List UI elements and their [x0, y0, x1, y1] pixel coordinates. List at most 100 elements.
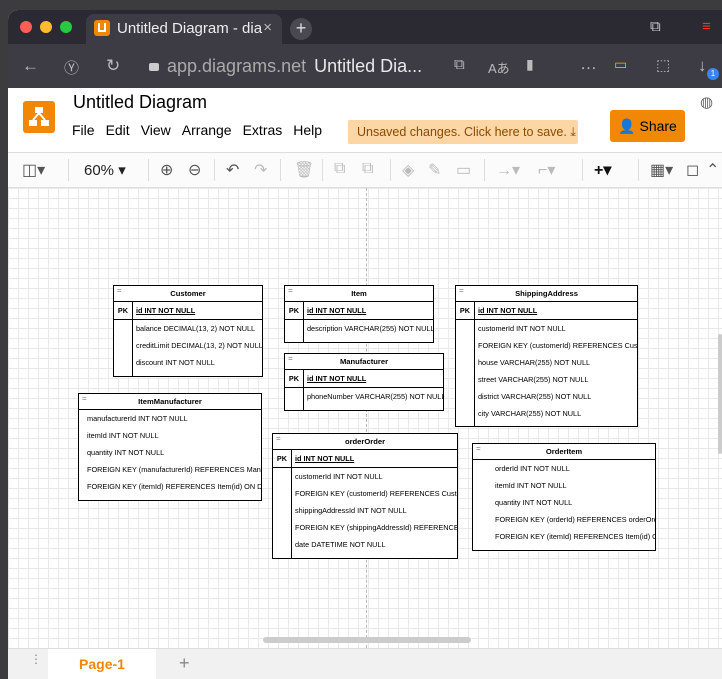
table-row: quantity INT NOT NULL: [495, 498, 573, 507]
horizontal-scrollbar[interactable]: [263, 637, 471, 643]
url-field[interactable]: app.diagrams.net Untitled Dia...: [141, 52, 459, 80]
close-window-button[interactable]: [20, 21, 32, 33]
fill-color-icon[interactable]: ◈: [402, 160, 414, 180]
menu-extras[interactable]: Extras: [243, 122, 283, 138]
table-row: FOREIGN KEY (orderId) REFERENCES orderOr…: [495, 515, 655, 524]
new-tab-button[interactable]: +: [290, 18, 312, 40]
manufacturer-table[interactable]: Manufacturer PKid INT NOT NULL phoneNumb…: [284, 353, 444, 411]
table-row: PK id INT NOT NULL: [273, 450, 457, 468]
toolbar: ◫▾ 60% ▾ ⊕ ⊖ ↶ ↷ 🗑 ⧉ ⧉ ◈ ✎ ▭ →▾ ⌐▾ +▾ ▦▾…: [8, 152, 722, 188]
table-row: city VARCHAR(255) NOT NULL: [478, 409, 582, 418]
share-button[interactable]: 👤 Share: [610, 110, 685, 142]
table-row: phoneNumber VARCHAR(255) NOT NULL: [307, 392, 444, 401]
table-icon[interactable]: ▦▾: [650, 160, 673, 180]
zoom-select[interactable]: 60% ▾: [84, 161, 126, 179]
table-row: quantity INT NOT NULL: [87, 448, 165, 457]
save-download-icon: ⤓: [570, 125, 576, 139]
table-row: customerId INT NOT NULL: [295, 472, 383, 481]
yandex-icon[interactable]: Ⓨ: [64, 57, 79, 78]
shadow-icon[interactable]: ▭: [456, 160, 471, 180]
copy-link-icon[interactable]: ⧉: [454, 56, 465, 73]
url-page-title: Untitled Dia...: [314, 56, 423, 76]
maximize-window-button[interactable]: [60, 21, 72, 33]
line-color-icon[interactable]: ✎: [428, 160, 441, 180]
table-row: description VARCHAR(255) NOT NULL: [307, 324, 434, 333]
tab-close-icon[interactable]: ×: [263, 19, 272, 36]
table-row: discount INT NOT NULL: [136, 358, 215, 367]
diagram-title[interactable]: Untitled Diagram: [73, 92, 207, 113]
table-row: balance DECIMAL(13, 2) NOT NULL: [136, 324, 256, 333]
back-icon[interactable]: ←: [22, 56, 39, 76]
table-row: PK id INT NOT NULL: [285, 302, 433, 320]
browser-window: Untitled Diagram - dia × + ⧉ ≡ ← Ⓨ ↻ app…: [8, 10, 722, 679]
more-icon[interactable]: …: [580, 54, 597, 74]
waypoints-icon[interactable]: ⌐▾: [538, 160, 555, 180]
table-title: ShippingAddress: [456, 286, 637, 302]
table-row: district VARCHAR(255) NOT NULL: [478, 392, 592, 401]
vertical-scrollbar[interactable]: [718, 334, 722, 454]
table-title: Manufacturer: [285, 354, 443, 370]
lock-icon: [149, 63, 159, 71]
extensions-icon[interactable]: ⬚: [656, 56, 670, 74]
redo-icon[interactable]: ↷: [254, 160, 267, 180]
diagram-canvas[interactable]: Customer PKid INT NOT NULL balance DECIM…: [8, 188, 722, 648]
app-header: Untitled Diagram File Edit View Arrange Extr…: [8, 88, 722, 152]
table-row: FOREIGN KEY (itemId) REFERENCES Item(id)…: [87, 482, 262, 491]
table-row: FOREIGN KEY (itemId) REFERENCES Item(id)…: [495, 532, 655, 541]
translate-icon[interactable]: Aあ: [488, 58, 510, 77]
to-front-icon[interactable]: ⧉: [334, 160, 345, 178]
tab-groups-icon[interactable]: ⧉: [650, 18, 661, 35]
item-manufacturer-table[interactable]: ItemManufacturer manufacturerId INT NOT …: [78, 393, 262, 501]
item-table[interactable]: Item PKid INT NOT NULL description VARCH…: [284, 285, 434, 343]
menu-bar: File Edit View Arrange Extras Help: [72, 122, 333, 138]
menu-help[interactable]: Help: [293, 122, 322, 138]
table-row: PK id INT NOT NULL: [114, 302, 262, 320]
table-title: Customer: [114, 286, 262, 302]
bookmark-icon[interactable]: ▮: [526, 56, 534, 73]
shipping-address-table[interactable]: ShippingAddress PKid INT NOT NULL custom…: [455, 285, 638, 427]
reload-icon[interactable]: ↻: [106, 56, 120, 76]
user-icon: 👤: [618, 118, 636, 134]
drawio-favicon-icon: [94, 20, 110, 36]
address-bar-row: ← Ⓨ ↻ app.diagrams.net Untitled Dia... ⧉ …: [8, 44, 722, 88]
table-row: itemId INT NOT NULL: [495, 481, 567, 490]
share-label: Share: [639, 118, 677, 134]
minimize-window-button[interactable]: [40, 21, 52, 33]
fullscreen-icon[interactable]: ◻: [686, 160, 699, 180]
menu-arrange[interactable]: Arrange: [182, 122, 232, 138]
delete-icon[interactable]: 🗑: [294, 160, 314, 180]
customer-table[interactable]: Customer PKid INT NOT NULL balance DECIM…: [113, 285, 263, 377]
battery-icon[interactable]: ▭: [614, 56, 627, 73]
undo-icon[interactable]: ↶: [226, 160, 239, 180]
zoom-out-icon[interactable]: ⊖: [188, 160, 201, 180]
table-row: date DATETIME NOT NULL: [295, 540, 386, 549]
menu-icon[interactable]: ≡: [702, 18, 711, 35]
table-row: FOREIGN KEY (manufacturerId) REFERENCES …: [87, 465, 261, 474]
unsaved-changes-button[interactable]: Unsaved changes. Click here to save. ⤓: [348, 120, 578, 144]
table-title: OrderItem: [473, 444, 655, 460]
order-order-table[interactable]: orderOrder PKid INT NOT NULL customerId …: [272, 433, 458, 559]
downloads-icon[interactable]: ↓: [698, 56, 707, 76]
order-item-table[interactable]: OrderItem orderId INT NOT NULL itemId IN…: [472, 443, 656, 551]
zoom-in-icon[interactable]: ⊕: [160, 160, 173, 180]
connection-icon[interactable]: →▾: [496, 160, 520, 180]
downloads-badge: 1: [707, 68, 719, 80]
menu-file[interactable]: File: [72, 122, 95, 138]
collapse-icon[interactable]: ⌃: [706, 160, 719, 180]
to-back-icon[interactable]: ⧉: [362, 160, 373, 178]
page-menu-icon[interactable]: ⋮: [30, 653, 42, 665]
tab-title: Untitled Diagram - dia: [117, 20, 263, 37]
table-row: shippingAddressId INT NOT NULL: [295, 506, 407, 515]
table-title: orderOrder: [273, 434, 457, 450]
table-row: creditLimit DECIMAL(13, 2) NOT NULL: [136, 341, 263, 350]
language-globe-icon[interactable]: ◍: [700, 93, 713, 111]
insert-icon[interactable]: +▾: [594, 160, 611, 180]
menu-view[interactable]: View: [141, 122, 171, 138]
table-row: customerId INT NOT NULL: [478, 324, 566, 333]
tab-page-1[interactable]: Page-1: [48, 649, 156, 679]
table-row: orderId INT NOT NULL: [495, 464, 570, 473]
format-panel-icon[interactable]: ◫▾: [22, 160, 45, 180]
browser-tab[interactable]: Untitled Diagram - dia ×: [86, 14, 282, 44]
add-page-icon[interactable]: +: [179, 653, 190, 674]
menu-edit[interactable]: Edit: [106, 122, 130, 138]
